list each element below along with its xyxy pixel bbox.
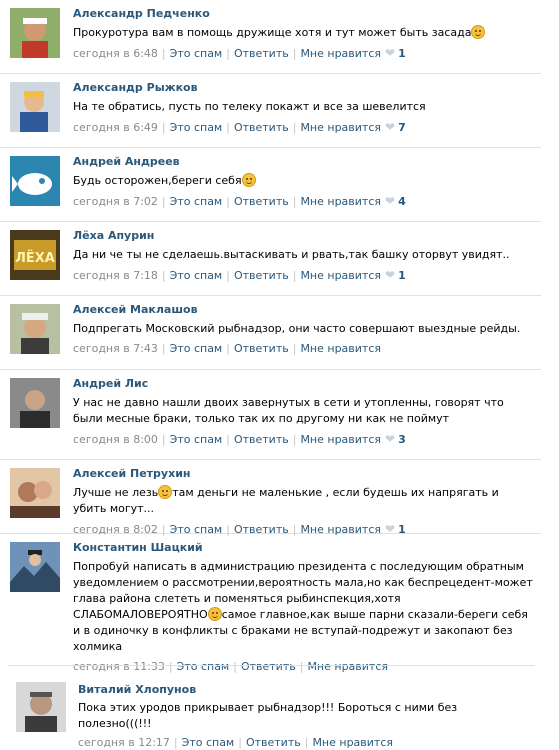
avatar[interactable] <box>10 8 60 58</box>
comment-time: сегодня в 7:02 <box>73 195 158 208</box>
comment-meta: сегодня в 7:43 | Это спам | Ответить | Мне нра… <box>73 342 382 355</box>
heart-icon[interactable]: ❤ <box>385 46 395 60</box>
comment-item: Андрей Андреев Будь осторожен,береги себ… <box>0 148 541 222</box>
avatar[interactable] <box>10 156 60 206</box>
comment-meta: сегодня в 6:48 | Это спам | Ответить | Мне нра… <box>73 46 406 60</box>
comment-text: Будь осторожен,береги себя <box>73 173 535 189</box>
comment-text: Подпрегать Московский рыбнадзор, они час… <box>73 322 521 335</box>
like-count: 7 <box>398 121 406 134</box>
spam-link[interactable]: Это спам <box>170 342 223 355</box>
like-count: 4 <box>398 195 406 208</box>
comment-author[interactable]: Александр Рыжков <box>73 80 535 96</box>
comment-time: сегодня в 6:48 <box>73 47 158 60</box>
reply-link[interactable]: Ответить <box>234 121 289 134</box>
comment-item: Константин Шацкий Попробуй написать в ад… <box>0 534 541 673</box>
avatar[interactable]: ЛЁХА <box>10 230 60 280</box>
comment-text: Пока этих уродов прикрывает рыбнадзор!!!… <box>78 701 458 730</box>
spam-link[interactable]: Это спам <box>182 736 235 749</box>
grin-emoji-icon <box>158 485 173 499</box>
comment-item: Андрей Лис У нас не давно нашли двоих за… <box>0 370 541 460</box>
like-link[interactable]: Мне нравится <box>312 736 393 749</box>
comment-time: сегодня в 6:49 <box>73 121 158 134</box>
like-count: 3 <box>398 433 406 446</box>
avatar[interactable] <box>16 682 66 732</box>
svg-text:ЛЁХА: ЛЁХА <box>15 250 55 266</box>
reply-link[interactable]: Ответить <box>234 47 289 60</box>
comment-item: Виталий Хлопунов Пока этих уродов прикры… <box>8 670 535 749</box>
comment-meta: сегодня в 12:17 | Это спам | Ответить | Мне нр… <box>78 736 394 749</box>
wink-emoji-icon <box>241 173 256 187</box>
comment-item: Алексей Петрухин Лучше не лезь там деньги… <box>0 460 541 536</box>
reply-link[interactable]: Ответить <box>234 433 289 446</box>
comment-author[interactable]: Алексей Петрухин <box>73 466 535 482</box>
like-link[interactable]: Мне нравится <box>300 121 381 134</box>
comment-time: сегодня в 8:00 <box>73 433 158 446</box>
comment-author[interactable]: Александр Педченко <box>73 6 535 22</box>
comment-author[interactable]: Лёха Апурин <box>73 228 535 244</box>
comment-item: Алексей Маклашов Подпрегать Московский р… <box>0 296 541 370</box>
comment-author[interactable]: Алексей Маклашов <box>73 302 535 318</box>
comment-text: Попробуй написать в администрацию презид… <box>73 560 533 653</box>
comment-meta: сегодня в 6:49 | Это спам | Ответить | Мне нра… <box>73 120 406 134</box>
comment-author[interactable]: Андрей Лис <box>73 376 535 392</box>
reply-link[interactable]: Ответить <box>234 195 289 208</box>
like-count: 1 <box>398 269 406 282</box>
comment-time: сегодня в 7:43 <box>73 342 158 355</box>
spam-link[interactable]: Это спам <box>170 47 223 60</box>
avatar[interactable] <box>10 378 60 428</box>
comment-meta: сегодня в 8:00 | Это спам | Ответить | Мне нра… <box>73 432 406 446</box>
comment-author[interactable]: Андрей Андреев <box>73 154 535 170</box>
comment-item: ЛЁХА Лёха Апурин Да ни че ты не сделаешь… <box>0 222 541 296</box>
heart-icon[interactable]: ❤ <box>385 268 395 282</box>
comment-meta: сегодня в 7:18 | Это спам | Ответить | Мне нра… <box>73 268 406 282</box>
like-link[interactable]: Мне нравится <box>300 195 381 208</box>
smile-emoji-icon <box>471 25 486 39</box>
reply-link[interactable]: Ответить <box>234 342 289 355</box>
like-link[interactable]: Мне нравится <box>300 269 381 282</box>
like-link[interactable]: Мне нравится <box>300 47 381 60</box>
comment-text: Прокуротура вам в помощь дружище хотя и … <box>73 25 535 41</box>
avatar[interactable] <box>10 82 60 132</box>
avatar[interactable] <box>10 468 60 518</box>
comments-list: Александр Педченко Прокуротура вам в пом… <box>0 0 559 749</box>
like-count: 1 <box>398 47 406 60</box>
heart-icon[interactable]: ❤ <box>385 194 395 208</box>
comment-text: Лучше не лезь там деньги не маленькие , е… <box>73 485 499 515</box>
reply-link[interactable]: Ответить <box>234 269 289 282</box>
reply-link[interactable]: Ответить <box>246 736 301 749</box>
spam-link[interactable]: Это спам <box>170 433 223 446</box>
heart-icon[interactable]: ❤ <box>385 432 395 446</box>
comment-meta: сегодня в 7:02 | Это спам | Ответить | Мне нра… <box>73 194 406 208</box>
heart-icon[interactable]: ❤ <box>385 120 395 134</box>
avatar[interactable] <box>10 304 60 354</box>
comment-text: У нас не давно нашли двоих завернутых в … <box>73 396 504 425</box>
comment-text: Да ни че ты не сделаешь.вытаскивать и рв… <box>73 248 510 261</box>
comment-time: сегодня в 12:17 <box>78 736 170 749</box>
like-link[interactable]: Мне нравится <box>300 433 381 446</box>
spam-link[interactable]: Это спам <box>170 195 223 208</box>
comment-author[interactable]: Виталий Хлопунов <box>78 682 529 698</box>
comment-time: сегодня в 7:18 <box>73 269 158 282</box>
comment-item: Александр Рыжков На те обратись, пусть п… <box>0 74 541 148</box>
comment-item: Александр Педченко Прокуротура вам в пом… <box>0 0 541 74</box>
spam-link[interactable]: Это спам <box>170 269 223 282</box>
like-link[interactable]: Мне нравится <box>300 342 381 355</box>
spam-link[interactable]: Это спам <box>170 121 223 134</box>
comment-author[interactable]: Константин Шацкий <box>73 540 535 556</box>
sad-emoji-icon <box>207 607 222 621</box>
avatar[interactable] <box>10 542 60 592</box>
divider <box>8 665 535 666</box>
comment-text: На те обратись, пусть по телеку покажт и… <box>73 100 426 113</box>
